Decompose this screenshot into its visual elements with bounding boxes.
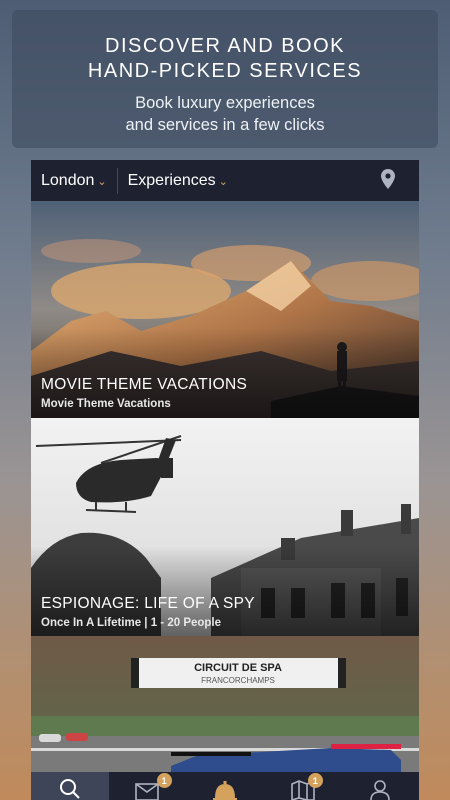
top-bar: London ⌄ Experiences ⌄ — [31, 160, 419, 201]
city-label: London — [41, 171, 95, 189]
category-selector[interactable]: Experiences ⌄ — [118, 160, 238, 201]
mail-icon — [135, 783, 160, 800]
tab-messages[interactable]: 1 — [109, 772, 187, 800]
card-title: MOVIE THEME VACATIONS — [41, 376, 248, 393]
map-pin-icon[interactable] — [381, 169, 395, 194]
tab-search[interactable] — [31, 772, 109, 800]
experience-card-espionage[interactable]: ESPIONAGE: LIFE OF A SPY Once In A Lifet… — [31, 418, 419, 636]
notification-badge: 1 — [307, 773, 323, 788]
promo-headline: DISCOVER AND BOOK HAND-PICKED SERVICES — [12, 34, 438, 84]
concierge-bell-icon — [212, 781, 237, 800]
bottom-tab-bar: 1 1 — [31, 772, 419, 800]
promo-headline-line1: DISCOVER AND BOOK — [105, 35, 345, 57]
card-subtitle: Movie Theme Vacations — [41, 398, 171, 410]
promo-subtitle: Book luxury experiences and services in … — [12, 92, 438, 136]
experience-card-movie-theme[interactable]: MOVIE THEME VACATIONS Movie Theme Vacati… — [31, 201, 419, 418]
track-sign-text: CIRCUIT DE SPA — [194, 662, 282, 674]
promo-headline-line2: HAND-PICKED SERVICES — [87, 60, 363, 82]
card-subtitle: Once In A Lifetime | 1 - 20 People — [41, 617, 222, 629]
tab-concierge[interactable] — [186, 772, 264, 800]
notification-badge: 1 — [156, 773, 172, 788]
category-label: Experiences — [127, 171, 216, 189]
search-icon — [59, 779, 80, 799]
chevron-down-icon: ⌄ — [218, 176, 228, 188]
track-sign-subtext: FRANCORCHAMPS — [201, 676, 275, 685]
card-title: ESPIONAGE: LIFE OF A SPY — [41, 595, 255, 612]
promo-sub-line1: Book luxury experiences — [135, 94, 315, 112]
experience-card-racing[interactable]: CIRCUIT DE SPA FRANCORCHAMPS — [31, 636, 419, 776]
promo-sub-line2: and services in a few clicks — [125, 116, 325, 134]
chevron-down-icon: ⌄ — [97, 176, 107, 188]
tab-profile[interactable] — [341, 772, 419, 800]
phone-app: London ⌄ Experiences ⌄ MOVIE THEME VACAT… — [31, 160, 419, 800]
race-track-image: CIRCUIT DE SPA FRANCORCHAMPS — [31, 636, 419, 776]
city-selector[interactable]: London ⌄ — [31, 160, 117, 201]
user-icon — [370, 780, 390, 800]
promo-banner: DISCOVER AND BOOK HAND-PICKED SERVICES B… — [12, 10, 438, 148]
tab-map[interactable]: 1 — [264, 772, 342, 800]
